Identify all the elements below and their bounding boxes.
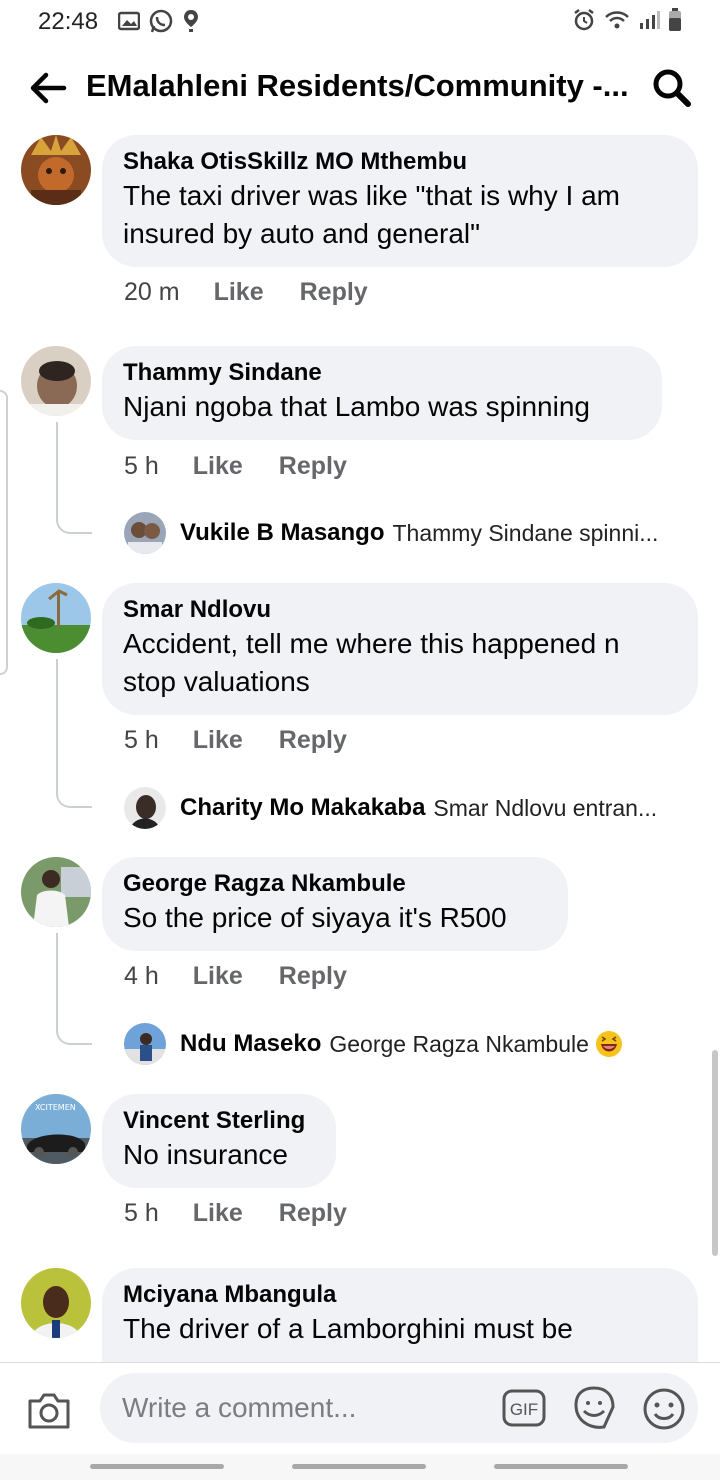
avatar[interactable] [21, 1268, 91, 1338]
page-title: EMalahleni Residents/Community -... [86, 68, 629, 103]
avatar[interactable] [124, 787, 166, 829]
reply-button[interactable]: Reply [279, 726, 347, 755]
comment-bubble[interactable]: Thammy Sindane Njani ngoba that Lambo wa… [102, 346, 662, 440]
comment-bubble[interactable]: George Ragza Nkambule So the price of si… [102, 857, 568, 951]
location-icon [184, 10, 198, 32]
reply-text: Smar Ndlovu entran... [433, 794, 658, 821]
comment-author[interactable]: Vincent Sterling [123, 1106, 314, 1136]
camera-button[interactable] [26, 1389, 72, 1433]
comment-author[interactable]: Mciyana Mbangula [123, 1280, 676, 1310]
reply-author[interactable]: Charity Mo Makakaba [180, 794, 425, 822]
signal-icon [640, 11, 660, 29]
comment-bubble[interactable]: Smar Ndlovu Accident, tell me where this… [102, 583, 698, 715]
thread-connector [56, 933, 92, 1045]
gif-icon: GIF [502, 1389, 546, 1427]
thread-connector [56, 659, 92, 808]
comment-text: So the price of siyaya it's R500 [123, 902, 507, 933]
comment-time[interactable]: 4 h [124, 962, 159, 991]
comment-text: No insurance [123, 1139, 288, 1170]
reply-author[interactable]: Ndu Maseko [180, 1030, 321, 1058]
camera-icon [28, 1393, 70, 1429]
comment-bubble[interactable]: Vincent Sterling No insurance [102, 1094, 336, 1188]
status-notification-icons [118, 8, 200, 34]
comment-actions: 5 h Like Reply [124, 452, 383, 481]
status-time: 22:48 [38, 8, 99, 35]
reply-preview[interactable]: Ndu Maseko George Ragza Nkambule [124, 1023, 694, 1065]
like-button[interactable]: Like [193, 1199, 243, 1228]
avatar[interactable] [21, 135, 91, 205]
back-nav-button[interactable] [494, 1464, 628, 1469]
comment-actions: 20 m Like Reply [124, 278, 404, 307]
sticker-icon [574, 1386, 615, 1429]
reply-button[interactable]: Reply [279, 962, 347, 991]
avatar[interactable] [21, 346, 91, 416]
comment-bubble[interactable]: Shaka OtisSkillz MO Mthembu The taxi dri… [102, 135, 698, 267]
thread-connector [56, 422, 92, 534]
comment-actions: 4 h Like Reply [124, 962, 383, 991]
avatar[interactable] [21, 583, 91, 653]
status-bar: 22:48 [0, 0, 720, 44]
avatar[interactable] [21, 857, 91, 927]
comment-bubble[interactable]: Mciyana Mbangula The driver of a Lamborg… [102, 1268, 698, 1362]
status-system-icons [572, 8, 682, 32]
comment-author[interactable]: Smar Ndlovu [123, 595, 676, 625]
alarm-icon [574, 9, 594, 31]
svg-text:XCITEMEN: XCITEMEN [35, 1103, 76, 1112]
panel-edge [0, 390, 8, 675]
emoji-button[interactable] [642, 1387, 686, 1431]
avatar[interactable] [124, 512, 166, 554]
reply-button[interactable]: Reply [279, 452, 347, 481]
like-button[interactable]: Like [214, 278, 264, 307]
comment-time[interactable]: 5 h [124, 1199, 159, 1228]
home-nav-button[interactable] [292, 1464, 426, 1469]
comment-text: The driver of a Lamborghini must be [123, 1313, 573, 1344]
comments-feed[interactable]: Shaka OtisSkillz MO Mthembu The taxi dri… [0, 130, 720, 1362]
battery-icon [669, 8, 681, 31]
reply-author[interactable]: Vukile B Masango [180, 519, 385, 547]
comment-author[interactable]: Thammy Sindane [123, 358, 640, 388]
comment-author[interactable]: George Ragza Nkambule [123, 869, 546, 899]
scrollbar[interactable] [712, 1050, 718, 1256]
comment-composer: GIF [0, 1362, 720, 1454]
comment-text: Njani ngoba that Lambo was spinning [123, 391, 590, 422]
recents-nav-button[interactable] [90, 1464, 224, 1469]
laughing-emoji-icon [595, 1031, 622, 1057]
gallery-icon [118, 11, 140, 31]
reply-preview[interactable]: Vukile B Masango Thammy Sindane spinni..… [124, 512, 694, 554]
reply-button[interactable]: Reply [279, 1199, 347, 1228]
like-button[interactable]: Like [193, 962, 243, 991]
svg-text:GIF: GIF [510, 1400, 538, 1419]
comment-text: The taxi driver was like "that is why I … [123, 180, 620, 249]
comment-actions: 5 h Like Reply [124, 1199, 383, 1228]
comment-time[interactable]: 20 m [124, 278, 180, 307]
gif-button[interactable]: GIF [502, 1389, 546, 1427]
arrow-left-icon [30, 72, 67, 104]
comment-actions: 5 h Like Reply [124, 726, 383, 755]
reply-button[interactable]: Reply [300, 278, 368, 307]
search-button[interactable] [650, 66, 694, 110]
avatar[interactable]: XCITEMEN [21, 1094, 91, 1164]
reply-text: Thammy Sindane spinni... [392, 519, 659, 546]
comment-time[interactable]: 5 h [124, 726, 159, 755]
comment-author[interactable]: Shaka OtisSkillz MO Mthembu [123, 147, 676, 177]
reply-text: George Ragza Nkambule [329, 1030, 589, 1057]
reply-preview[interactable]: Charity Mo Makakaba Smar Ndlovu entran..… [124, 787, 694, 829]
comment-time[interactable]: 5 h [124, 452, 159, 481]
comment-text: Accident, tell me where this happened n … [123, 628, 620, 697]
smiley-icon [643, 1388, 685, 1430]
like-button[interactable]: Like [193, 452, 243, 481]
whatsapp-icon [149, 9, 173, 33]
avatar[interactable] [124, 1023, 166, 1065]
wifi-icon [605, 11, 629, 29]
sticker-button[interactable] [572, 1385, 616, 1431]
system-nav-bar [0, 1454, 720, 1480]
back-button[interactable] [26, 66, 70, 110]
app-header: EMalahleni Residents/Community -... [0, 44, 720, 130]
search-icon [653, 69, 691, 107]
like-button[interactable]: Like [193, 726, 243, 755]
